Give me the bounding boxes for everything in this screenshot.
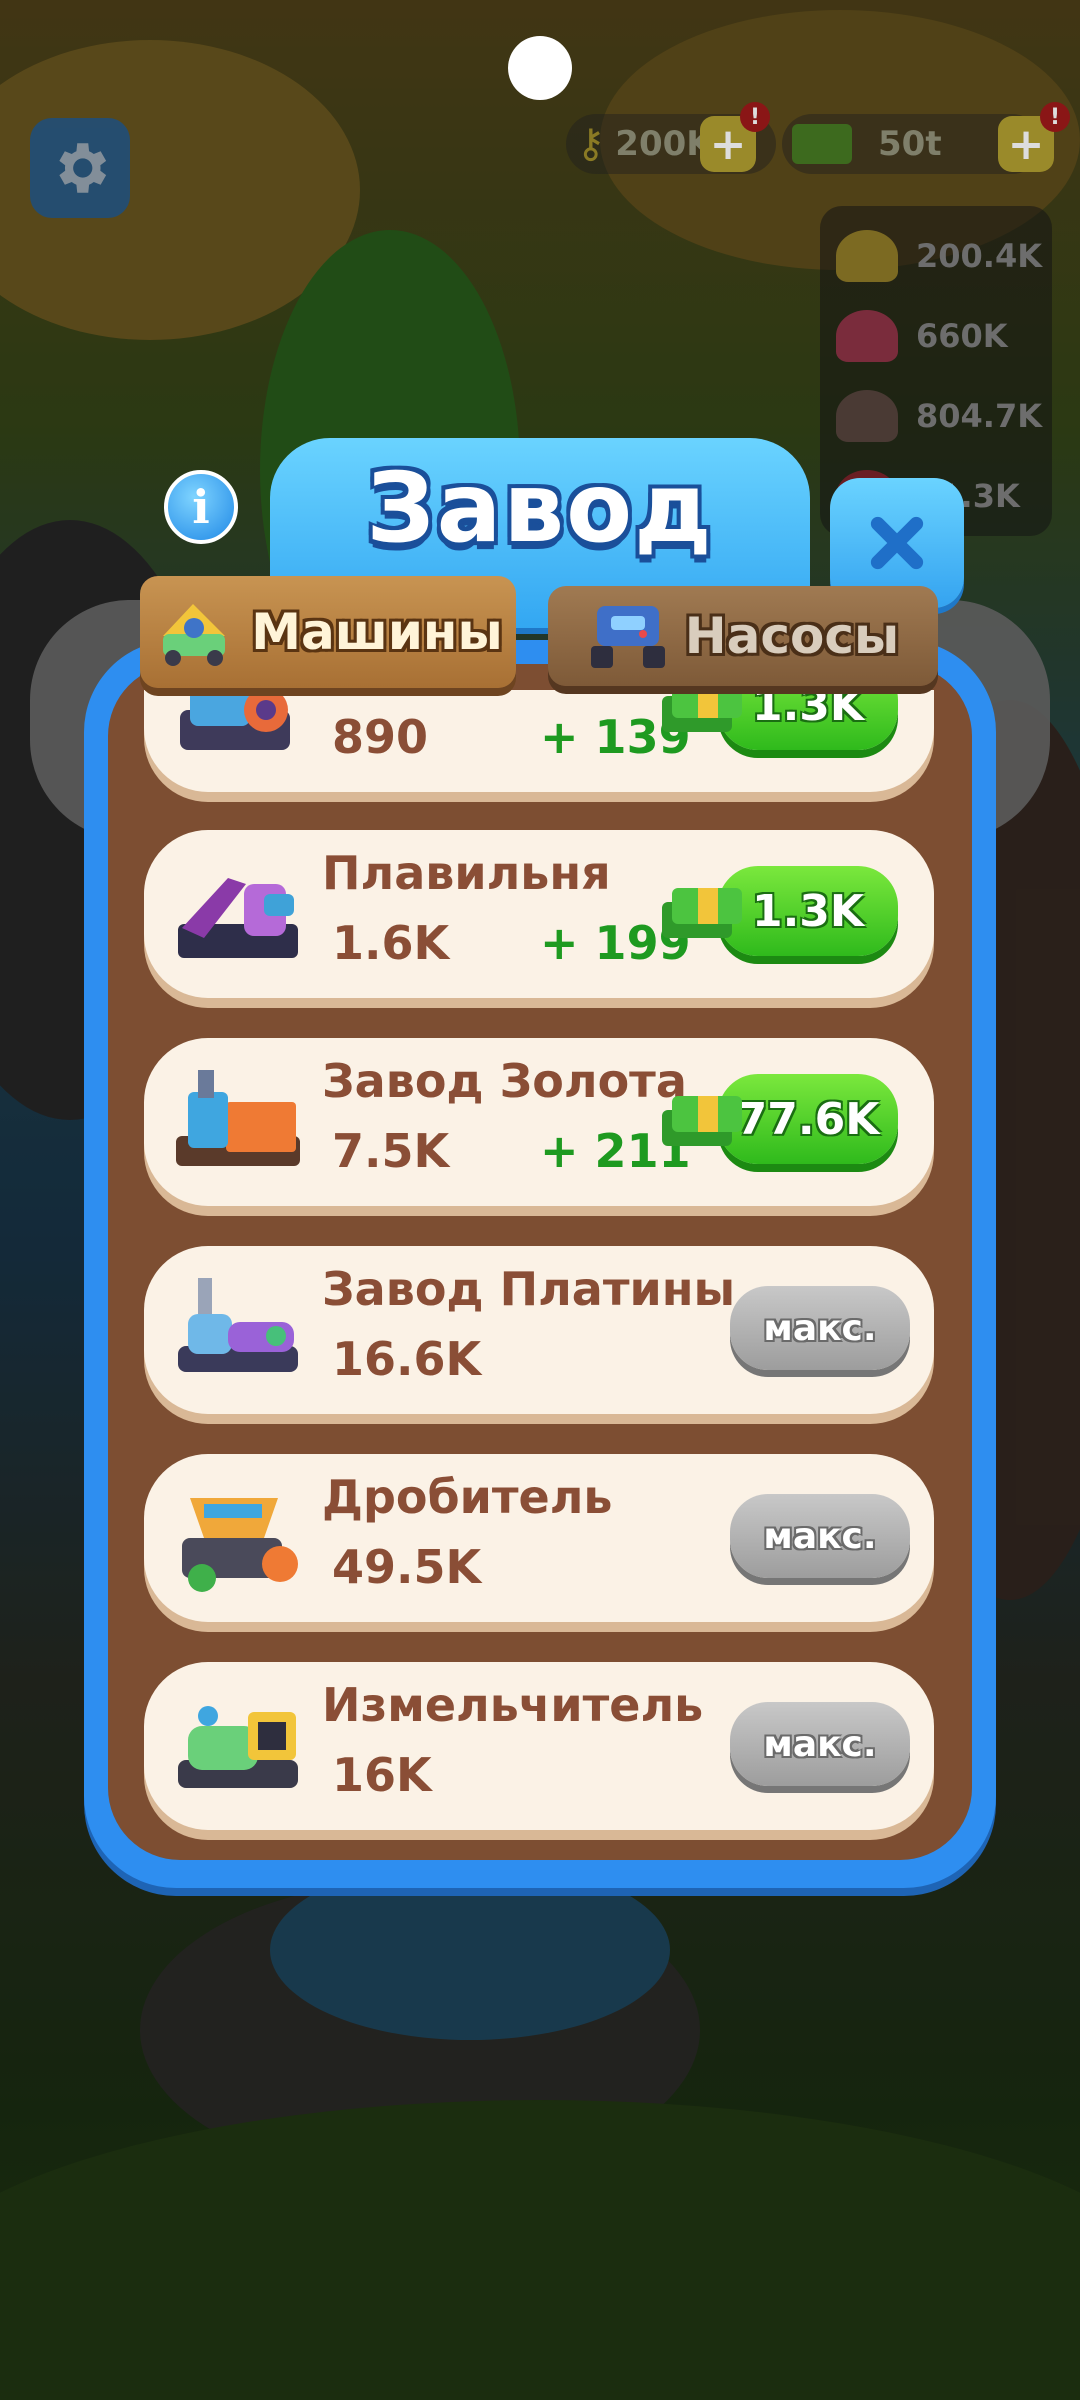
- key-icon: ⚷: [576, 121, 606, 167]
- max-level-button[interactable]: макс.: [730, 1494, 910, 1578]
- cash-value: 50t: [878, 124, 942, 164]
- plus-icon: +: [1007, 118, 1045, 170]
- dialog-title: Завод: [366, 452, 714, 564]
- machine-card: Завод Золота 7.5K + 211 77.6K: [144, 1038, 934, 1206]
- gold-factory-icon: [176, 1070, 300, 1166]
- resource-row: 200.4K: [820, 216, 1052, 296]
- tab-machines-label: Машины: [251, 603, 503, 661]
- cash-icon: [662, 1096, 742, 1146]
- machine-card: Завод Платины 16.6K макс.: [144, 1246, 934, 1414]
- platinum-factory-icon: [178, 1278, 298, 1372]
- tab-pumps-label: Насосы: [684, 607, 900, 665]
- plus-icon: +: [709, 118, 747, 170]
- gear-icon: [59, 143, 107, 193]
- cash-icon: [662, 690, 742, 732]
- grinder-icon: [178, 1706, 298, 1788]
- cash-icon: [792, 124, 852, 164]
- machine-card: Измельчитель 16K макс.: [144, 1662, 934, 1830]
- camera-cutout: [508, 36, 572, 100]
- settings-button[interactable]: [30, 118, 130, 218]
- ore-icon: [836, 230, 898, 282]
- max-level-button[interactable]: макс.: [730, 1702, 910, 1786]
- info-icon: i: [192, 480, 210, 534]
- cash-icon: [662, 888, 742, 938]
- machine-card: 890 + 139 1.3K: [144, 690, 934, 792]
- resource-row: 660K: [820, 296, 1052, 376]
- tab-pumps[interactable]: Насосы: [548, 586, 938, 686]
- close-icon: [870, 516, 924, 570]
- info-button[interactable]: i: [164, 470, 238, 544]
- keys-value: 200K: [615, 124, 713, 164]
- tab-machines[interactable]: Машины: [140, 576, 516, 688]
- alert-icon: !: [1040, 102, 1070, 132]
- resource-row: 804.7K: [820, 376, 1052, 456]
- rock-icon: [836, 390, 898, 442]
- max-level-button[interactable]: макс.: [730, 1286, 910, 1370]
- machine-list[interactable]: 890 + 139 1.3K Плавильня 1.6K + 199 1.3K: [108, 690, 972, 1840]
- pump-icon: [590, 606, 665, 668]
- crystal-icon: [836, 310, 898, 362]
- machine-icon: [180, 690, 290, 750]
- smelter-icon: [178, 878, 298, 958]
- alert-icon: !: [740, 102, 770, 132]
- crusher-icon: [182, 1498, 298, 1592]
- machine-card: Дробитель 49.5K макс.: [144, 1454, 934, 1622]
- machine-card: Плавильня 1.6K + 199 1.3K: [144, 830, 934, 998]
- machine-icon: [163, 604, 226, 666]
